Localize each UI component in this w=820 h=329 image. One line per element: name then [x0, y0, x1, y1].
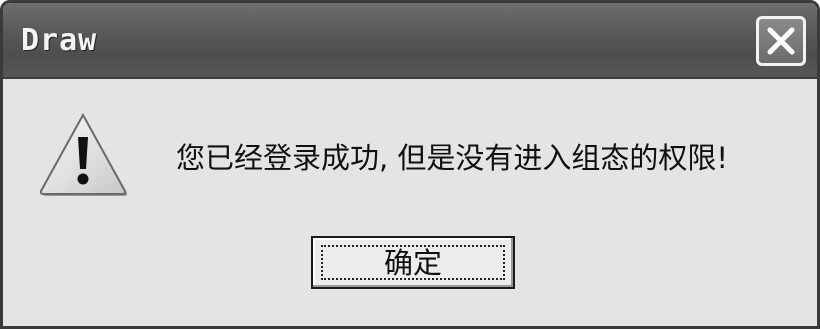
close-icon [767, 27, 795, 55]
window-title: Draw [21, 23, 98, 58]
close-button[interactable] [756, 16, 806, 66]
dialog-message: 您已经登录成功, 但是没有进入组态的权限! [176, 141, 729, 175]
dialog-window: Draw 您已经登录成功, 但是没有进入组态的权限! 确定 [0, 0, 820, 329]
title-bar[interactable]: Draw [3, 3, 817, 79]
ok-button-label: 确定 [383, 246, 442, 280]
ok-button[interactable]: 确定 [311, 236, 515, 289]
warning-icon [39, 112, 128, 196]
dialog-body: 您已经登录成功, 但是没有进入组态的权限! 确定 [3, 79, 817, 326]
